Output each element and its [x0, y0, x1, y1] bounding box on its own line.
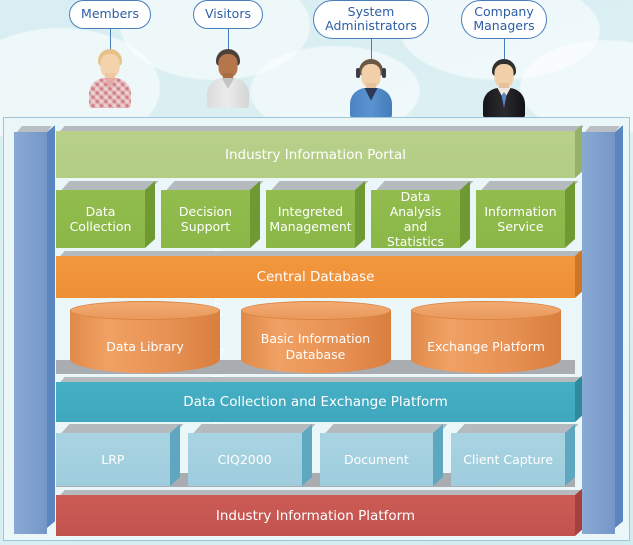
layer-stack: Industry Information Portal Data Collecti… — [56, 124, 584, 536]
actor-label-members: Members — [69, 0, 151, 29]
cube-side-face — [565, 180, 575, 248]
label-text: Client Capture — [463, 452, 554, 467]
module-information-service[interactable]: Information Service — [476, 180, 579, 248]
cube-label: Document — [319, 433, 434, 486]
architecture-diagram: Platform Building Performance Principles… — [3, 117, 630, 541]
avatar-visitors — [200, 49, 256, 108]
actor-system-administrators[interactable]: System Administrators — [312, 0, 430, 118]
actor-row: Members Visitors System Administrators C… — [0, 0, 633, 118]
cylinder-data-library[interactable]: Data Library — [70, 301, 220, 373]
label-line-1: Decision — [178, 204, 233, 219]
label-line-1: Basic Information — [260, 331, 371, 346]
label-text: CIQ2000 — [217, 452, 272, 467]
band-label: Data Collection and Exchange Platform — [56, 382, 575, 422]
cylinder-exchange-platform[interactable]: Exchange Platform — [411, 301, 561, 373]
bubble-stem — [370, 39, 372, 59]
band-side-face — [575, 375, 582, 422]
band-industry-information-portal[interactable]: Industry Information Portal — [56, 124, 584, 178]
label-line-2: Management — [269, 219, 352, 234]
label-line-1: Data Analysis — [389, 189, 442, 219]
label-text: Document — [343, 452, 409, 467]
actor-label-system-administrators: System Administrators — [313, 0, 429, 39]
cube-side-face — [250, 180, 260, 248]
cube-label: Decision Support — [161, 190, 250, 248]
actor-label-company-managers: Company Managers — [461, 0, 547, 39]
label-line-1: Integreted — [277, 204, 344, 219]
label-line-1: Data — [85, 204, 116, 219]
headset-icon — [382, 68, 386, 78]
actor-company-managers[interactable]: Company Managers — [448, 0, 560, 118]
avatar-company-managers — [476, 59, 532, 118]
band-label: Industry Information Platform — [56, 495, 575, 536]
band-label: Central Database — [56, 256, 575, 298]
label-line-1: Company — [474, 4, 534, 19]
actor-members[interactable]: Members — [58, 0, 162, 108]
cube-label: Data Analysis and Statistics — [371, 189, 460, 249]
label-line-2: Service — [497, 219, 544, 234]
cube-side-face — [145, 180, 155, 248]
headset-icon — [356, 68, 360, 78]
label-line-1: Data Library — [106, 339, 184, 354]
label-line-2: and Statistics — [386, 219, 445, 249]
avatar-members — [82, 49, 138, 108]
label-line-2: Managers — [473, 18, 535, 33]
cube-label: Integreted Management — [266, 190, 355, 248]
module-row-green: Data Collection Decision Support Integrete… — [56, 180, 579, 249]
cylinder-top-ellipse — [70, 301, 220, 320]
source-system-lrp[interactable]: LRP — [56, 423, 184, 486]
cylinder-label: Basic Information Database — [241, 321, 391, 373]
module-integrated-management[interactable]: Integreted Management — [266, 180, 369, 248]
cube-side-face — [301, 423, 312, 486]
label-line-2: Support — [180, 219, 231, 234]
cylinder-top-ellipse — [411, 301, 561, 320]
cylinder-basic-information-database[interactable]: Basic Information Database — [240, 301, 391, 373]
cube-side-face — [433, 423, 444, 486]
band-side-face — [575, 249, 582, 298]
cube-label: Information Service — [476, 190, 565, 248]
module-data-collection[interactable]: Data Collection — [56, 180, 159, 248]
label-line-1: Exchange Platform — [427, 339, 545, 354]
module-decision-support[interactable]: Decision Support — [161, 180, 264, 248]
band-central-database[interactable]: Central Database — [56, 249, 584, 298]
band-data-collection-and-exchange-platform[interactable]: Data Collection and Exchange Platform — [56, 375, 584, 422]
cube-label: LRP — [56, 433, 170, 486]
module-data-analysis[interactable]: Data Analysis and Statistics — [371, 180, 474, 249]
label-text: LRP — [101, 452, 125, 467]
avatar-system-administrators — [343, 59, 399, 118]
cylinder-top-ellipse — [240, 301, 391, 320]
pillar-right: Requirements of Relevant Safety Standard… — [582, 125, 623, 534]
pillar-right-label: Requirements of Relevant Safety Standard… — [582, 126, 633, 528]
pillar-left: Platform Building Performance Principles — [14, 125, 225, 534]
cube-side-face — [169, 423, 180, 486]
label-line-2: Database — [285, 347, 346, 362]
source-system-row: LRP CIQ2000 Document Client Capture — [56, 423, 579, 486]
actor-visitors[interactable]: Visitors — [180, 0, 276, 108]
cylinder-label: Data Library — [70, 321, 220, 373]
cube-side-face — [355, 180, 365, 248]
label-line-2: Collection — [69, 219, 132, 234]
cube-label: Client Capture — [451, 433, 565, 486]
actor-label-visitors: Visitors — [193, 0, 263, 29]
label-line-2: Administrators — [325, 18, 417, 33]
source-system-ciq2000[interactable]: CIQ2000 — [187, 423, 316, 486]
source-system-client-capture[interactable]: Client Capture — [451, 423, 579, 486]
bubble-stem — [109, 29, 111, 49]
label-line-1: Information — [484, 204, 557, 219]
band-industry-information-platform[interactable]: Industry Information Platform — [56, 488, 584, 536]
band-label: Industry Information Portal — [56, 131, 575, 178]
cube-side-face — [565, 423, 575, 486]
bubble-stem — [503, 39, 505, 59]
label-line-1: System — [347, 4, 395, 19]
cube-label: CIQ2000 — [187, 433, 302, 486]
database-cylinder-row: Data Library Basic Information Database E… — [56, 301, 575, 373]
band-side-face — [575, 124, 582, 178]
cube-label: Data Collection — [56, 190, 145, 248]
band-side-face — [575, 488, 582, 536]
source-system-document[interactable]: Document — [319, 423, 447, 486]
cylinder-label: Exchange Platform — [411, 321, 561, 373]
bubble-stem — [227, 29, 229, 49]
cube-side-face — [460, 180, 470, 248]
